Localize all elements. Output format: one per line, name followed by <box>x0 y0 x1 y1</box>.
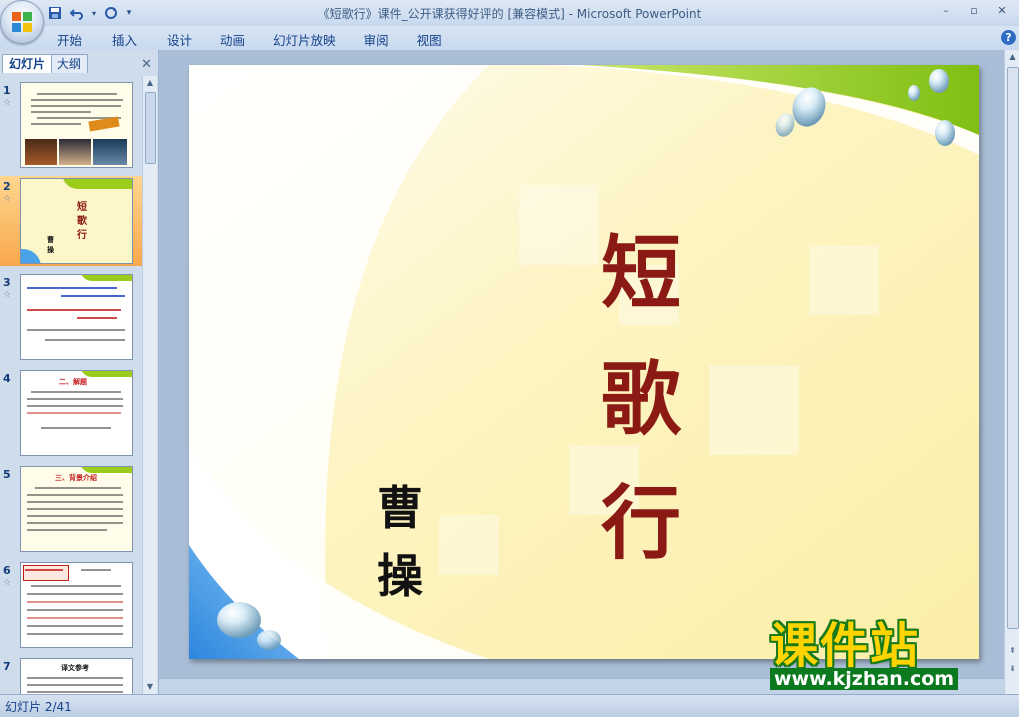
panel-close-icon[interactable]: ✕ <box>141 57 152 72</box>
help-icon[interactable]: ? <box>1001 30 1016 45</box>
close-button[interactable]: ✕ <box>993 2 1011 20</box>
slide-thumbnail-4[interactable]: 4 二、解题 <box>0 368 142 458</box>
scroll-thumb[interactable] <box>1007 67 1019 629</box>
slide-number: 2 <box>3 180 11 193</box>
status-bar: 幻灯片 2/41 <box>0 694 1019 717</box>
office-button[interactable] <box>0 0 44 44</box>
tab-outline[interactable]: 大纲 <box>50 54 89 73</box>
prev-slide-icon[interactable]: ⇞ <box>1005 646 1019 655</box>
slide-thumbnail-7[interactable]: 7 译文参考 <box>0 656 142 694</box>
scroll-thumb[interactable] <box>145 92 156 164</box>
thumbnail-image <box>20 562 133 648</box>
slide-number: 1 <box>3 84 11 97</box>
window-controls: – ▫ ✕ <box>937 2 1011 20</box>
tab-slides[interactable]: 幻灯片 <box>2 54 53 73</box>
scroll-up-icon[interactable]: ▲ <box>1005 52 1019 61</box>
slide-number: 6 <box>3 564 11 577</box>
slide-author-char-2[interactable]: 操 <box>377 553 423 599</box>
minimize-button[interactable]: – <box>937 2 955 20</box>
tab-insert[interactable]: 插入 <box>112 30 137 49</box>
slide-number: 4 <box>3 372 11 385</box>
watermark-logo: 课件站 www.kjzhan.com <box>770 620 1000 692</box>
watermark-url: www.kjzhan.com <box>770 668 959 690</box>
slide-title-char-3[interactable]: 行 <box>601 483 681 563</box>
ribbon-tabs: 开始 插入 设计 动画 幻灯片放映 审阅 视图 <box>57 30 462 49</box>
thumbnail-image: 二、解题 <box>20 370 133 456</box>
animation-star-icon: ☆ <box>3 98 12 108</box>
restore-button[interactable]: ▫ <box>965 2 983 20</box>
slide-thumbnail-6[interactable]: 6 ☆ <box>0 560 142 650</box>
slide-thumbnail-1[interactable]: 1 ☆ <box>0 80 142 170</box>
animation-star-icon: ☆ <box>3 578 12 588</box>
slide-title-char-1[interactable]: 短 <box>601 233 681 313</box>
slide-editing-area: 短 歌 行 曹 操 <box>159 50 1004 694</box>
slide-number: 7 <box>3 660 11 673</box>
scroll-down-icon[interactable]: ▼ <box>143 680 157 694</box>
animation-star-icon: ☆ <box>3 194 12 204</box>
slide-author-char-1[interactable]: 曹 <box>377 485 423 531</box>
tab-home[interactable]: 开始 <box>57 30 82 49</box>
tab-design[interactable]: 设计 <box>167 30 192 49</box>
thumbnail-image <box>20 82 133 168</box>
slide-number: 5 <box>3 468 11 481</box>
thumbnail-scrollbar[interactable]: ▲ ▼ <box>142 76 157 694</box>
panel-tabs: 幻灯片 大纲 ✕ <box>0 54 158 74</box>
next-slide-icon[interactable]: ⇟ <box>1005 664 1019 673</box>
slide-number: 3 <box>3 276 11 289</box>
thumbnail-image <box>20 274 133 360</box>
watermark-brand: 课件站 <box>770 618 921 674</box>
animation-star-icon: ☆ <box>3 290 12 300</box>
slides-panel: 幻灯片 大纲 ✕ 1 ☆ 2 ☆ 短 歌 行 曹 操 3 ☆ 4 二、解题 5 … <box>0 50 159 694</box>
thumbnail-image: 三、背景介绍 <box>20 466 133 552</box>
ribbon: 开始 插入 设计 动画 幻灯片放映 审阅 视图 ? <box>0 26 1019 51</box>
thumbnail-list: 1 ☆ 2 ☆ 短歌行 曹操 3 ☆ 4 二、解题 5 三、背景介绍 6 ☆ 7… <box>0 76 142 694</box>
tab-view[interactable]: 视图 <box>417 30 442 49</box>
scroll-up-icon[interactable]: ▲ <box>143 76 157 90</box>
thumbnail-image: 译文参考 <box>20 658 133 694</box>
slide-thumbnail-2[interactable]: 2 ☆ 短歌行 曹操 <box>0 176 142 266</box>
slide-scrollbar[interactable]: ▲ ⇞ ⇟ <box>1004 50 1019 694</box>
window-title: 《短歌行》课件_公开课获得好评的 [兼容模式] - Microsoft Powe… <box>317 7 702 21</box>
slide-thumbnail-5[interactable]: 5 三、背景介绍 <box>0 464 142 554</box>
slide-title-char-2[interactable]: 歌 <box>601 359 681 439</box>
title-bar: ▾ ▾ 《短歌行》课件_公开课获得好评的 [兼容模式] - Microsoft … <box>0 0 1019 44</box>
tab-animations[interactable]: 动画 <box>220 30 245 49</box>
thumbnail-title: 二、解题 <box>59 378 87 386</box>
thumbnail-title: 译文参考 <box>61 664 89 672</box>
tab-review[interactable]: 审阅 <box>364 30 389 49</box>
thumbnail-image: 短歌行 曹操 <box>20 178 133 264</box>
office-logo-icon <box>12 12 32 32</box>
slide-thumbnail-3[interactable]: 3 ☆ <box>0 272 142 362</box>
thumbnail-title: 三、背景介绍 <box>55 474 97 482</box>
current-slide[interactable]: 短 歌 行 曹 操 <box>189 65 979 659</box>
slide-counter: 幻灯片 2/41 <box>5 700 72 714</box>
tab-slideshow[interactable]: 幻灯片放映 <box>273 30 336 49</box>
slide-background <box>189 65 979 659</box>
